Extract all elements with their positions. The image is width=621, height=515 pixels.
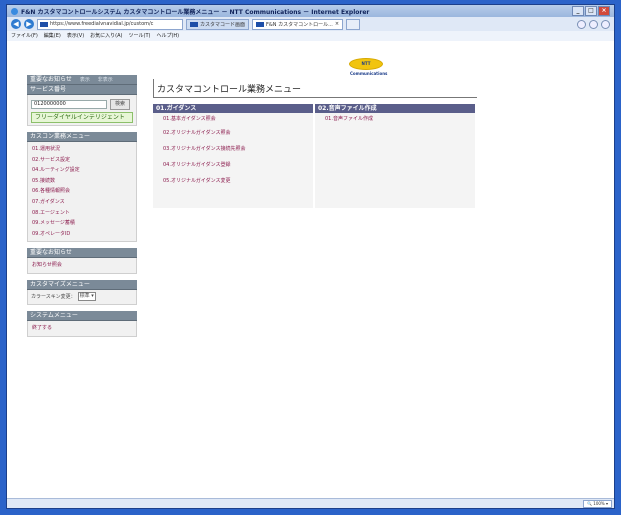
notice2-panel: お知らせ照会 (27, 258, 137, 274)
audio-file-create-link[interactable]: 01.音声ファイル作成 (315, 113, 475, 125)
ie-icon (11, 7, 18, 15)
audio-file-column: 02.音声ファイル作成 01.音声ファイル作成 (315, 104, 475, 208)
guidance-link-basic[interactable]: 01.基本ガイダンス照会 (153, 113, 313, 125)
customize-menu-header: カスタマイズメニュー (27, 279, 137, 290)
sidebar: 重要なお知らせ 表示 非表示 サービス番号 0120000000 検索 フリーダ… (27, 75, 137, 343)
tab-1[interactable]: カスタマコード画面 (186, 18, 250, 30)
new-tab-button[interactable] (346, 18, 361, 30)
notice-header: 重要なお知らせ 表示 非表示 (27, 75, 137, 85)
system-panel: 終了する (27, 320, 137, 337)
search-button[interactable]: 検索 (110, 99, 130, 110)
title-bar: F&N カスタマコントロールシステム カスタマコントロール業務メニュー － NT… (7, 5, 614, 17)
menu-help[interactable]: ヘルプ(H) (156, 32, 179, 39)
menu-link-connections[interactable]: 05.接続数 (31, 176, 133, 187)
custom-menu-header: カスコン業務メニュー (27, 132, 137, 142)
home-icon[interactable] (577, 19, 586, 29)
menu-link-message-storage[interactable]: 09.メッセージ蓄積 (31, 218, 133, 229)
menu-link-agent[interactable]: 08.エージェント (31, 208, 133, 219)
color-skin-select[interactable]: 標準 ▾ (77, 292, 96, 302)
menu-tools[interactable]: ツール(T) (129, 32, 151, 39)
menu-link-operation-status[interactable]: 01.運用状況 (31, 144, 133, 155)
menu-link-guidance[interactable]: 07.ガイダンス (31, 197, 133, 208)
menu-favorites[interactable]: お気に入り(A) (90, 32, 122, 39)
menu-file[interactable]: ファイル(F) (11, 32, 38, 39)
notice-inquiry-link[interactable]: お知らせ照会 (31, 260, 133, 271)
service-number-header: サービス番号 (27, 85, 137, 95)
service-panel: 0120000000 検索 フリーダイヤルインテリジェント (27, 95, 137, 126)
tab-icon (256, 21, 265, 27)
guidance-link-destination-inquiry[interactable]: 03.オリジナルガイダンス接続先照会 (153, 141, 313, 157)
browser-window: F&N カスタマコントロールシステム カスタマコントロール業務メニュー － NT… (6, 4, 615, 509)
service-number-input[interactable]: 0120000000 (31, 100, 107, 109)
audio-file-header: 02.音声ファイル作成 (315, 104, 475, 113)
address-bar[interactable]: https://www.freedialvnavidial.jp/custom/… (37, 18, 183, 30)
notice-show-link[interactable]: 表示 (80, 77, 90, 83)
page-title: カスタマコントロール業務メニュー (153, 79, 477, 98)
toolbar-icons (577, 19, 610, 29)
maximize-button[interactable]: □ (585, 6, 597, 16)
menu-link-service-settings[interactable]: 02.サービス設定 (31, 155, 133, 166)
address-text: https://www.freedialvnavidial.jp/custom/… (50, 21, 154, 27)
guidance-link-register[interactable]: 04.オリジナルガイダンス登録 (153, 157, 313, 173)
tab-label: カスタマコード画面 (200, 21, 246, 28)
nav-bar: ◀ ▶ https://www.freedialvnavidial.jp/cus… (7, 17, 614, 31)
exit-link[interactable]: 終了する (31, 323, 133, 334)
custom-menu-panel: 01.運用状況 02.サービス設定 04.ルーティング設定 05.接続数 06.… (27, 142, 137, 243)
zoom-control[interactable]: 🔍 100% ▾ (583, 500, 612, 508)
settings-gear-icon[interactable] (601, 19, 610, 29)
guidance-column: 01.ガイダンス 01.基本ガイダンス照会 02.オリジナルガイダンス照会 03… (153, 104, 313, 208)
customize-panel: カラースキン変更： 標準 ▾ (27, 289, 137, 305)
close-button[interactable]: × (598, 6, 610, 16)
tab-close-icon[interactable]: × (335, 21, 339, 27)
notice-hide-link[interactable]: 非表示 (98, 77, 113, 83)
window-title: F&N カスタマコントロールシステム カスタマコントロール業務メニュー － NT… (21, 8, 370, 16)
main-area: カスタマコントロール業務メニュー 01.ガイダンス 01.基本ガイダンス照会 0… (153, 79, 477, 208)
menu-edit[interactable]: 編集(E) (44, 32, 61, 39)
forward-icon[interactable]: ▶ (24, 19, 34, 29)
minimize-button[interactable]: _ (572, 6, 584, 16)
color-skin-label: カラースキン変更： (31, 294, 76, 301)
system-menu-header: システムメニュー (27, 310, 137, 321)
menu-link-routing-settings[interactable]: 04.ルーティング設定 (31, 165, 133, 176)
guidance-header: 01.ガイダンス (153, 104, 313, 113)
guidance-link-change[interactable]: 05.オリジナルガイダンス変更 (153, 173, 313, 189)
tab-2[interactable]: F&N カスタマコントロール... × (252, 18, 344, 30)
window-controls: _ □ × (572, 6, 610, 16)
notice2-header: 重要なお知らせ (27, 248, 137, 259)
menu-view[interactable]: 表示(V) (67, 32, 84, 39)
tab-label: F&N カスタマコントロール... (266, 21, 333, 28)
favorites-icon[interactable] (589, 19, 598, 29)
page-content: NTT Communications 重要なお知らせ 表示 非表示 サービス番号… (7, 41, 614, 499)
menu-bar: ファイル(F) 編集(E) 表示(V) お気に入り(A) ツール(T) ヘルプ(… (7, 31, 614, 40)
status-bar: 🔍 100% ▾ (7, 498, 614, 508)
ntt-logo: NTT Communications (349, 58, 387, 76)
site-icon (40, 21, 48, 27)
menu-link-info-inquiry[interactable]: 06.各種情報照会 (31, 186, 133, 197)
service-type-label: フリーダイヤルインテリジェント (31, 112, 133, 123)
menu-link-operator-id[interactable]: 09.オペレータID (31, 229, 133, 240)
back-icon[interactable]: ◀ (11, 19, 21, 29)
guidance-link-original-inquiry[interactable]: 02.オリジナルガイダンス照会 (153, 125, 313, 141)
tab-icon (190, 21, 198, 27)
